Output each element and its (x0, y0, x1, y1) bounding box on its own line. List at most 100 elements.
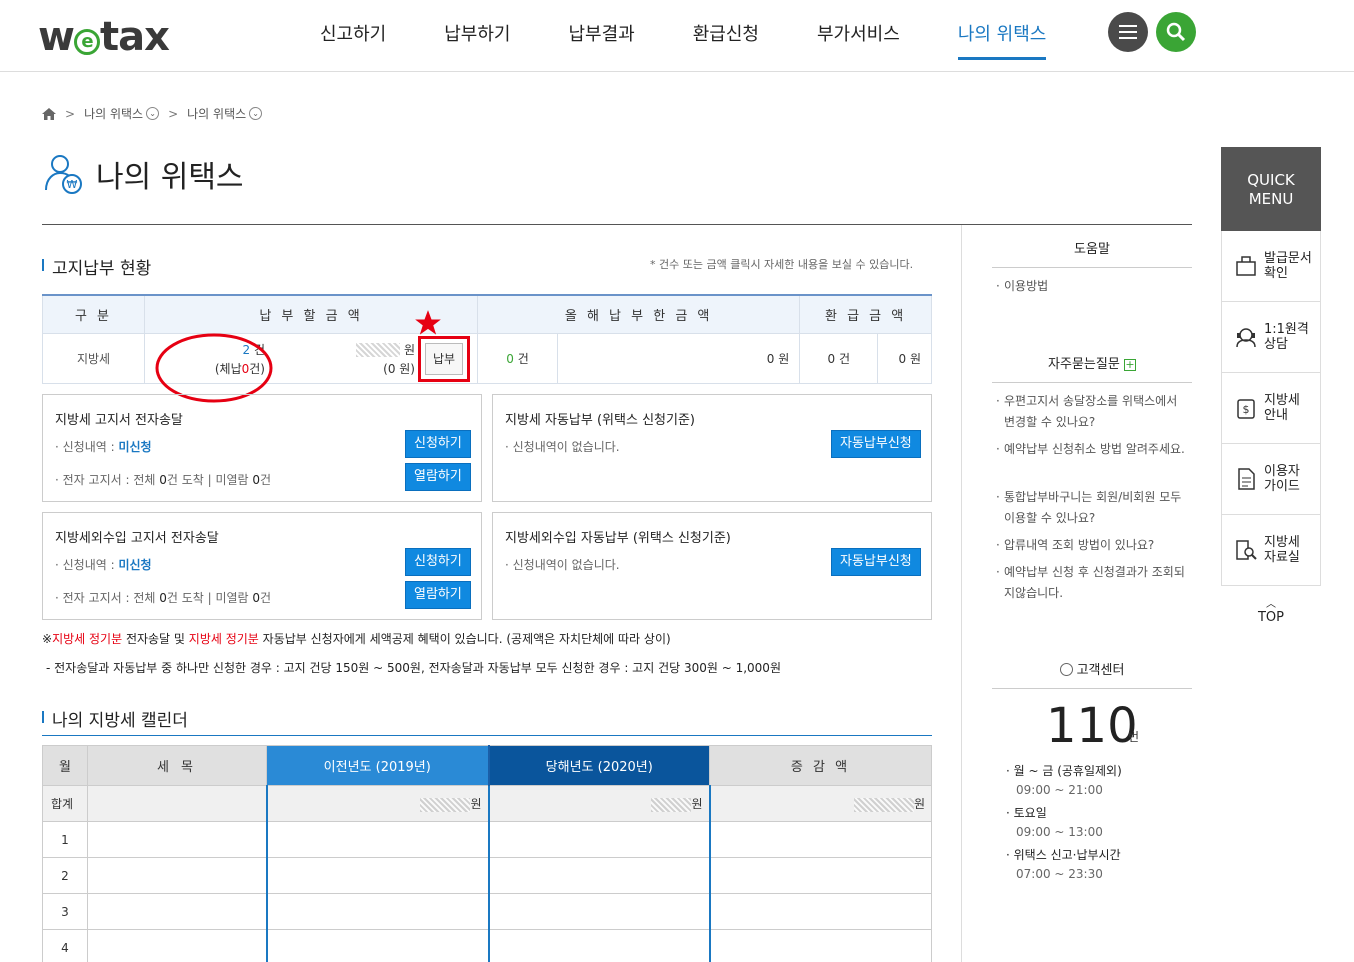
svg-text:₩: ₩ (67, 178, 78, 191)
main-nav: 신고하기 납부하기 납부결과 환급신청 부가서비스 나의 위택스 (320, 0, 1104, 72)
billing-section-title: 고지납부 현황 (42, 254, 151, 279)
search-button[interactable] (1156, 12, 1196, 52)
document-icon (1238, 468, 1255, 490)
col-refund: 환 급 금 액 (799, 294, 932, 334)
title-divider (42, 224, 1192, 225)
local-tax-esend-box: 지방세 고지서 전자송달 · 신청내역 : 미신청 신청하기 · 전자 고지서 … (42, 394, 482, 502)
quick-item-local-tax-guide[interactable]: $ 지방세 안내 (1221, 373, 1321, 444)
cs-hours-label: · 토요일 (1006, 806, 1047, 820)
bill-status-line: · 전자 고지서 : 전체 0건 도착 | 미열람 0건 (55, 591, 272, 605)
nav-refund[interactable]: 환급신청 (693, 0, 759, 60)
scroll-top-button[interactable]: ︿ TOP (1256, 599, 1286, 626)
row-label: 지방세 (42, 332, 145, 384)
home-icon[interactable] (42, 107, 56, 120)
box-title: 지방세 고지서 전자송달 (55, 413, 183, 428)
nav-pay-result[interactable]: 납부결과 (569, 0, 635, 60)
breadcrumb-item-1[interactable]: 나의 위택스 (84, 105, 143, 122)
header: w e tax 신고하기 납부하기 납부결과 환급신청 부가서비스 나의 위택스 (0, 0, 1354, 72)
apply-button[interactable]: 신청하기 (405, 548, 471, 576)
faq-item[interactable]: 압류내역 조회 방법이 있나요? (996, 535, 1186, 556)
due-cell: 2 건 (체납0건) 원 (0 원) 납부 (144, 309, 478, 402)
view-button[interactable]: 열람하기 (405, 463, 471, 491)
col-paid-this-year: 올 해 납 부 한 금 액 (476, 294, 801, 334)
search-icon (1166, 22, 1186, 42)
calendar-section-title: 나의 지방세 캘린더 (42, 706, 188, 731)
box-title: 지방세 자동납부 (위택스 신청기준) (505, 413, 695, 428)
document-search-icon (1236, 540, 1257, 560)
headset-icon (1236, 328, 1256, 348)
chevron-down-icon[interactable]: ⌄ (146, 107, 160, 120)
faq-item[interactable]: 통합납부바구니는 회원/비회원 모두 이용할 수 있나요? (996, 487, 1186, 529)
due-amount-block[interactable]: 원 (0 원) (345, 341, 415, 379)
refund-count[interactable]: 0 건 (799, 332, 879, 384)
page-title: 나의 위택스 (96, 160, 244, 195)
chevron-up-icon: ︿ (1266, 599, 1276, 610)
quick-item-remote-support[interactable]: 1:1원격 상담 (1221, 302, 1321, 373)
table-row: 1 (42, 821, 932, 858)
col-curr-year: 당해년도 (2020년) (488, 745, 710, 786)
refund-amount[interactable]: 0 원 (877, 332, 932, 384)
table-row: 4 (42, 929, 932, 962)
breadcrumb-separator: > (168, 106, 179, 121)
svg-text:$: $ (1243, 403, 1250, 416)
view-button[interactable]: 열람하기 (405, 581, 471, 609)
all-menu-button[interactable] (1108, 12, 1148, 52)
paid-count-cell[interactable]: 0 건 (477, 332, 558, 384)
cs-hours-time: 09:00 ~ 13:00 (1016, 825, 1103, 839)
help-usage-link[interactable]: 이용방법 (996, 276, 1186, 297)
quick-item-documents[interactable]: 발급문서 확인 (1221, 231, 1321, 302)
nontax-esend-box: 지방세외수입 고지서 전자송달 · 신청내역 : 미신청 신청하기 · 전자 고… (42, 512, 482, 620)
quick-item-archive[interactable]: 지방세 자료실 (1221, 515, 1321, 586)
calendar-title-line (42, 735, 932, 736)
nav-extra-service[interactable]: 부가서비스 (817, 0, 900, 60)
cs-hours-time: 07:00 ~ 23:30 (1016, 867, 1103, 881)
nav-my-wetax[interactable]: 나의 위택스 (957, 0, 1047, 60)
page-title-area: ₩ 나의 위택스 (42, 152, 244, 196)
autopay-apply-button[interactable]: 자동납부신청 (831, 548, 921, 576)
faq-item[interactable]: 우편고지서 송달장소를 위택스에서 변경할 수 있나요? (996, 391, 1186, 433)
breadcrumb: > 나의 위택스 ⌄ > 나의 위택스 ⌄ (42, 105, 263, 122)
nav-report[interactable]: 신고하기 (320, 0, 386, 60)
faq-title: 자주묻는질문 + (1048, 357, 1136, 372)
faq-item[interactable]: 예약납부 신청 후 신청결과가 조회되지않습니다. (996, 562, 1186, 604)
apply-status: 미신청 (118, 558, 152, 572)
local-tax-autopay-box: 지방세 자동납부 (위택스 신청기준) · 신청내역이 없습니다. 자동납부신청 (492, 394, 932, 502)
cs-phone-number: 110 (1046, 698, 1138, 754)
table-row: 2 (42, 857, 932, 894)
col-month: 월 (42, 745, 88, 786)
faq-item[interactable]: 예약납부 신청취소 방법 알려주세요. (996, 439, 1186, 460)
masked-amount (356, 343, 401, 357)
col-change: 증 감 액 (709, 745, 932, 786)
tax-credit-detail: - 전자송달과 자동납부 중 하나만 신청한 경우 : 고지 건당 150원 ~… (46, 661, 781, 675)
cs-hours-label: · 월 ~ 금 (공휴일제외) (1006, 764, 1122, 778)
billing-note: * 건수 또는 금액 클릭시 자세한 내용을 보실 수 있습니다. (650, 258, 914, 271)
chevron-down-icon[interactable]: ⌄ (249, 107, 263, 120)
autopay-status: · 신청내역이 없습니다. (505, 558, 620, 572)
paid-amount[interactable]: 0 원 (556, 332, 801, 384)
wetax-logo[interactable]: w e tax (38, 14, 170, 60)
annotation-star-icon (415, 309, 441, 335)
autopay-apply-button[interactable]: 자동납부신청 (831, 430, 921, 458)
cs-hours-time: 09:00 ~ 21:00 (1016, 783, 1103, 797)
apply-button[interactable]: 신청하기 (405, 430, 471, 458)
quick-menu: QUICK MENU 발급문서 확인 1:1원격 상담 $ 지방세 안내 이용자 가이드 … (1221, 147, 1321, 586)
cs-hours-label: · 위택스 신고·납부시간 (1006, 848, 1121, 862)
nontax-autopay-box: 지방세외수입 자동납부 (위택스 신청기준) · 신청내역이 없습니다. 자동납… (492, 512, 932, 620)
nav-pay[interactable]: 납부하기 (444, 0, 510, 60)
sum-curr: 원 (488, 785, 711, 822)
breadcrumb-item-2[interactable]: 나의 위택스 (187, 105, 246, 122)
breadcrumb-separator: > (65, 106, 76, 121)
user-won-icon: ₩ (45, 155, 82, 194)
plus-icon[interactable]: + (1123, 358, 1136, 371)
bill-status-line: · 전자 고지서 : 전체 0건 도착 | 미열람 0건 (55, 473, 272, 487)
apply-status: 미신청 (118, 440, 152, 454)
due-arrears-amount[interactable]: (0 원) (383, 362, 415, 376)
cs-phone-unit: 번 (1128, 730, 1140, 744)
billing-status-table: 구 분 납 부 할 금 액 올 해 납 부 한 금 액 환 급 금 액 지방세 … (42, 294, 932, 402)
col-category: 구 분 (42, 294, 145, 334)
quick-item-user-guide[interactable]: 이용자 가이드 (1221, 444, 1321, 515)
pay-button[interactable]: 납부 (425, 342, 463, 375)
tax-credit-notice: ※지방세 정기분 전자송달 및 지방세 정기분 자동납부 신청자에게 세액공제 … (42, 632, 671, 646)
tax-calendar-table: 월 세 목 이전년도 (2019년) 당해년도 (2020년) 증 감 액 합계… (42, 745, 932, 962)
history-icon (1059, 663, 1073, 676)
